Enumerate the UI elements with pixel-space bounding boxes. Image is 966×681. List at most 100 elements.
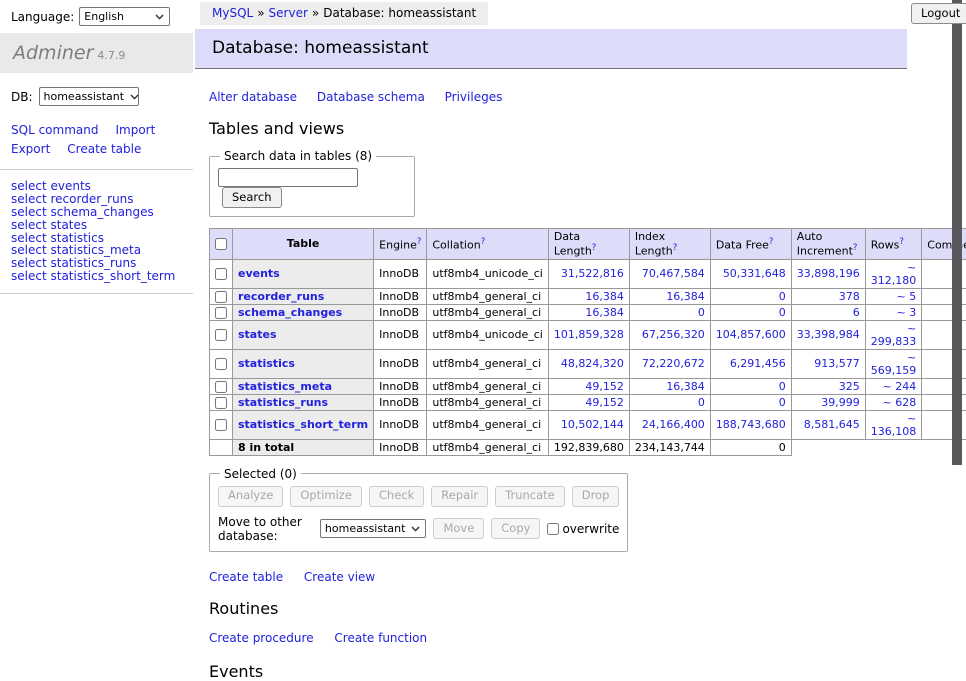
data-length-link[interactable]: 16,384: [585, 306, 624, 319]
table-name-link[interactable]: events: [238, 267, 280, 280]
index-length-link[interactable]: 0: [698, 396, 705, 409]
row-checkbox[interactable]: [215, 307, 227, 319]
auto-increment-link[interactable]: 33,398,984: [797, 328, 860, 341]
rows-link[interactable]: ~ 244: [883, 380, 917, 393]
breadcrumb-server-link[interactable]: Server: [269, 6, 308, 20]
table-body: eventsInnoDButf8mb4_unicode_ci31,522,816…: [210, 259, 966, 455]
row-checkbox[interactable]: [215, 419, 227, 431]
sidebar-table-link[interactable]: statistics_short_term: [50, 269, 175, 283]
rows-link[interactable]: ~ 299,833: [871, 322, 917, 348]
scrollbar-thumb[interactable]: [952, 0, 962, 465]
breadcrumb-separator: »: [257, 6, 264, 20]
breadcrumb-mysql-link[interactable]: MySQL: [212, 6, 253, 20]
table-name-link[interactable]: statistics_runs: [238, 396, 328, 409]
auto-increment-link[interactable]: 325: [839, 380, 860, 393]
overwrite-checkbox[interactable]: [547, 523, 559, 535]
index-length-link[interactable]: 0: [698, 306, 705, 319]
logout-button[interactable]: Logout: [911, 3, 966, 24]
data-free-link[interactable]: 0: [779, 306, 786, 319]
auto-increment-link[interactable]: 378: [839, 290, 860, 303]
data-free-link[interactable]: 188,743,680: [716, 418, 786, 431]
help-link[interactable]: ?: [592, 243, 597, 253]
rows-link[interactable]: ~ 3: [897, 306, 917, 319]
table-name-link[interactable]: statistics_meta: [238, 380, 332, 393]
auto-increment-cell: 33,398,984: [791, 320, 865, 349]
create-table-link[interactable]: Create table: [209, 570, 283, 584]
help-link[interactable]: ?: [673, 243, 678, 253]
create-function-link[interactable]: Create function: [334, 631, 427, 645]
rows-cell: ~ 569,159: [865, 349, 921, 378]
index-length-link[interactable]: 16,384: [666, 290, 705, 303]
alter-database-link[interactable]: Alter database: [209, 90, 297, 104]
index-length-cell: 0: [629, 394, 710, 410]
data-length-link[interactable]: 10,502,144: [561, 418, 624, 431]
data-free-link[interactable]: 0: [779, 290, 786, 303]
select-all-checkbox[interactable]: [215, 238, 227, 250]
create-procedure-link[interactable]: Create procedure: [209, 631, 314, 645]
index-length-link[interactable]: 24,166,400: [642, 418, 705, 431]
data-length-cell: 16,384: [548, 288, 629, 304]
auto-increment-link[interactable]: 913,577: [814, 357, 860, 370]
search-input[interactable]: [218, 168, 358, 187]
help-link[interactable]: ?: [481, 237, 486, 247]
table-name-link[interactable]: states: [238, 328, 277, 341]
help-link[interactable]: ?: [769, 237, 774, 247]
data-length-link[interactable]: 16,384: [585, 290, 624, 303]
row-checkbox[interactable]: [215, 381, 227, 393]
help-link[interactable]: ?: [853, 243, 858, 253]
rows-link[interactable]: ~ 136,108: [871, 412, 917, 438]
data-length-link[interactable]: 49,152: [585, 396, 624, 409]
move-database-select[interactable]: homeassistant: [320, 519, 427, 538]
table-name-link[interactable]: recorder_runs: [238, 290, 324, 303]
help-link[interactable]: ?: [417, 237, 422, 247]
index-length-link[interactable]: 16,384: [666, 380, 705, 393]
data-length-link[interactable]: 101,859,328: [554, 328, 624, 341]
table-name-link[interactable]: statistics_short_term: [238, 418, 368, 431]
breadcrumb-separator: »: [312, 6, 319, 20]
table-name-link[interactable]: statistics: [238, 357, 295, 370]
row-checkbox[interactable]: [215, 268, 227, 280]
data-length-link[interactable]: 48,824,320: [561, 357, 624, 370]
import-link[interactable]: Import: [115, 123, 155, 137]
help-link[interactable]: ?: [899, 237, 904, 247]
data-free-link[interactable]: 6,291,456: [730, 357, 786, 370]
totals-data-free: 0: [710, 439, 791, 455]
auto-increment-link[interactable]: 8,581,645: [804, 418, 860, 431]
auto-increment-link[interactable]: 6: [853, 306, 860, 319]
export-link[interactable]: Export: [11, 142, 50, 156]
create-view-link[interactable]: Create view: [304, 570, 375, 584]
auto-increment-link[interactable]: 33,898,196: [797, 267, 860, 280]
db-select[interactable]: homeassistant: [39, 87, 139, 106]
table-name-link[interactable]: schema_changes: [238, 306, 342, 319]
create-table-link[interactable]: Create table: [67, 142, 141, 156]
table-row: statisticsInnoDButf8mb4_general_ci48,824…: [210, 349, 966, 378]
row-checkbox[interactable]: [215, 329, 227, 341]
sql-command-link[interactable]: SQL command: [11, 123, 98, 137]
search-button[interactable]: Search: [222, 187, 282, 208]
language-row: Language: English: [0, 0, 193, 26]
data-free-link[interactable]: 104,857,600: [716, 328, 786, 341]
database-actions: Alter database Database schema Privilege…: [209, 90, 907, 104]
index-length-link[interactable]: 67,256,320: [642, 328, 705, 341]
data-length-link[interactable]: 49,152: [585, 380, 624, 393]
data-free-link[interactable]: 0: [779, 396, 786, 409]
index-length-link[interactable]: 70,467,584: [642, 267, 705, 280]
index-length-link[interactable]: 72,220,672: [642, 357, 705, 370]
select-link[interactable]: select: [11, 269, 47, 283]
scrollbar[interactable]: [952, 0, 962, 543]
privileges-link[interactable]: Privileges: [445, 90, 503, 104]
row-checkbox[interactable]: [215, 397, 227, 409]
rows-link[interactable]: ~ 5: [897, 290, 917, 303]
database-schema-link[interactable]: Database schema: [317, 90, 425, 104]
auto-increment-link[interactable]: 39,999: [821, 396, 860, 409]
copy-button: Copy: [491, 518, 540, 539]
data-free-link[interactable]: 50,331,648: [723, 267, 786, 280]
row-checkbox[interactable]: [215, 291, 227, 303]
rows-link[interactable]: ~ 569,159: [871, 351, 917, 377]
rows-link[interactable]: ~ 312,180: [871, 261, 917, 287]
language-select[interactable]: English: [79, 7, 170, 26]
row-checkbox[interactable]: [215, 358, 227, 370]
data-length-link[interactable]: 31,522,816: [561, 267, 624, 280]
rows-link[interactable]: ~ 628: [883, 396, 917, 409]
data-free-link[interactable]: 0: [779, 380, 786, 393]
